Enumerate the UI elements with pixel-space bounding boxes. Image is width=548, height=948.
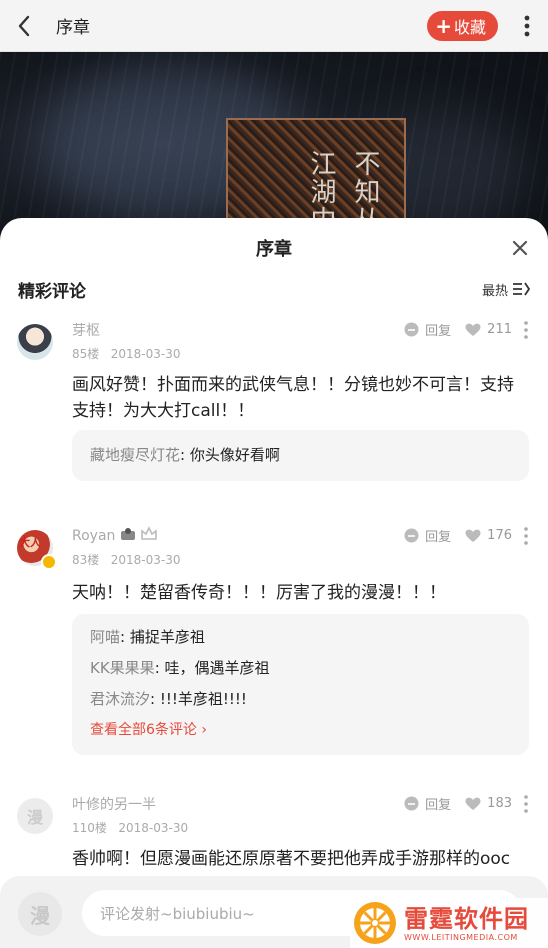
floor-number: 83楼 bbox=[72, 553, 100, 567]
back-button[interactable] bbox=[0, 0, 48, 52]
like-count: 183 bbox=[487, 796, 512, 811]
reply-text: : !!!羊彦祖!!!! bbox=[150, 690, 247, 708]
watermark-text: 雷霆软件园 WWW.LEITINGMEDIA.COM bbox=[404, 905, 529, 942]
reply-text: : 哇，偶遇羊彦祖 bbox=[154, 659, 270, 677]
floor-number: 85楼 bbox=[72, 347, 100, 361]
like-button[interactable]: 211 bbox=[465, 322, 512, 337]
heart-icon bbox=[465, 797, 481, 810]
avatar[interactable]: 大人 bbox=[17, 530, 57, 570]
comment-date: 2018-03-30 bbox=[110, 347, 181, 361]
reply-username[interactable]: 阿喵 bbox=[90, 628, 120, 646]
sheet-title: 序章 bbox=[256, 239, 292, 260]
avatar[interactable] bbox=[17, 324, 53, 360]
reply-item: KK果果果: 哇，偶遇羊彦祖 bbox=[90, 653, 511, 684]
reply-label: 回复 bbox=[425, 324, 452, 339]
top-app-bar: 序章 + 收藏 bbox=[0, 0, 548, 52]
comment-meta: 110楼 2018-03-30 bbox=[72, 819, 188, 836]
sort-label: 最热 bbox=[481, 283, 508, 299]
sort-toggle[interactable]: 最热 bbox=[482, 280, 530, 299]
reply-item: 藏地瘦尽灯花: 你头像好看啊 bbox=[90, 440, 511, 471]
comment-text: 画风好赞！扑面而来的武侠气息！！分镜也妙不可言！支持支持！为大大打call！！ bbox=[72, 375, 514, 421]
favorite-button[interactable]: + 收藏 bbox=[427, 10, 498, 41]
favorite-label: 收藏 bbox=[453, 17, 486, 37]
section-header: 精彩评论 最热 bbox=[0, 278, 548, 302]
watermark-url: WWW.LEITINGMEDIA.COM bbox=[404, 932, 518, 942]
reply-text: : 你头像好看啊 bbox=[180, 446, 280, 464]
close-icon[interactable] bbox=[510, 238, 530, 258]
chapter-title: 序章 bbox=[56, 18, 90, 38]
comment-meta: 83楼 2018-03-30 bbox=[72, 551, 180, 568]
comment-username[interactable]: Royan bbox=[72, 526, 158, 544]
see-all-replies-link[interactable]: 查看全部6条评论 › bbox=[90, 715, 511, 745]
reply-label: 回复 bbox=[425, 798, 452, 813]
heart-icon bbox=[465, 323, 481, 336]
reply-label: 回复 bbox=[425, 530, 452, 545]
like-button[interactable]: 176 bbox=[465, 528, 512, 543]
my-avatar[interactable]: 漫 bbox=[18, 892, 62, 936]
reply-box[interactable]: 阿喵: 捕捉羊彦祖 KK果果果: 哇，偶遇羊彦祖 君沐流汐: !!!羊彦祖!!!… bbox=[72, 614, 529, 755]
floor-number: 110楼 bbox=[72, 821, 107, 835]
like-count: 176 bbox=[487, 528, 512, 543]
more-menu-button[interactable] bbox=[512, 0, 542, 52]
reply-icon bbox=[404, 528, 419, 543]
comment-text: 天呐！！楚留香传奇！！！厉害了我的漫漫！！！ bbox=[72, 583, 446, 603]
comment-actions: 回复 183 bbox=[390, 794, 528, 813]
reply-username[interactable]: KK果果果 bbox=[90, 659, 155, 677]
reply-box[interactable]: 藏地瘦尽灯花: 你头像好看啊 bbox=[72, 430, 529, 481]
kebab-icon[interactable] bbox=[524, 320, 528, 339]
reply-username[interactable]: 藏地瘦尽灯花 bbox=[90, 446, 180, 464]
avatar-text: 大人 bbox=[19, 536, 41, 549]
heart-icon bbox=[465, 529, 481, 542]
sheet-header: 序章 bbox=[0, 218, 548, 278]
badge-icon bbox=[120, 528, 135, 540]
kebab-icon bbox=[524, 15, 530, 36]
comment-actions: 回复 176 bbox=[390, 526, 528, 545]
reply-text: : 捕捉羊彦祖 bbox=[120, 628, 205, 646]
comment-meta: 85楼 2018-03-30 bbox=[72, 345, 180, 362]
kebab-icon[interactable] bbox=[524, 526, 528, 545]
watermark-name: 雷霆软件园 bbox=[404, 904, 529, 933]
reply-button[interactable]: 回复 bbox=[404, 526, 451, 545]
comments-sheet: 序章 精彩评论 最热 芽枢 85楼 2018-03-30 回复 211 画风好赞… bbox=[0, 218, 548, 948]
comment-actions: 回复 211 bbox=[390, 320, 528, 339]
section-title: 精彩评论 bbox=[18, 281, 86, 302]
comment-date: 2018-03-30 bbox=[110, 553, 181, 567]
reply-button[interactable]: 回复 bbox=[404, 320, 451, 339]
like-button[interactable]: 183 bbox=[465, 796, 512, 811]
avatar[interactable]: 漫 bbox=[17, 798, 53, 834]
reply-icon bbox=[404, 796, 419, 811]
comment-username[interactable]: 芽枢 bbox=[72, 320, 100, 340]
comment-text: 香帅啊！但愿漫画能还原原著不要把他弄成手游那样的ooc bbox=[72, 849, 511, 869]
crown-icon bbox=[141, 526, 158, 540]
comment-date: 2018-03-30 bbox=[118, 821, 189, 835]
username-text: Royan bbox=[72, 528, 116, 544]
like-count: 211 bbox=[487, 322, 512, 337]
plus-icon: + bbox=[435, 13, 452, 38]
verified-badge bbox=[41, 554, 57, 570]
back-arrow-icon bbox=[18, 15, 30, 36]
orange-logo-icon bbox=[354, 902, 396, 944]
reply-item: 君沐流汐: !!!羊彦祖!!!! bbox=[90, 684, 511, 715]
avatar-text: 漫 bbox=[26, 808, 43, 827]
reply-item: 阿喵: 捕捉羊彦祖 bbox=[90, 622, 511, 653]
reply-username[interactable]: 君沐流汐 bbox=[90, 690, 150, 708]
reply-icon bbox=[404, 322, 419, 337]
comment-username[interactable]: 叶修的另一半 bbox=[72, 794, 156, 814]
watermark: 雷霆软件园 WWW.LEITINGMEDIA.COM bbox=[350, 898, 548, 948]
reply-button[interactable]: 回复 bbox=[404, 794, 451, 813]
kebab-icon[interactable] bbox=[524, 794, 528, 813]
sort-icon bbox=[513, 282, 530, 296]
